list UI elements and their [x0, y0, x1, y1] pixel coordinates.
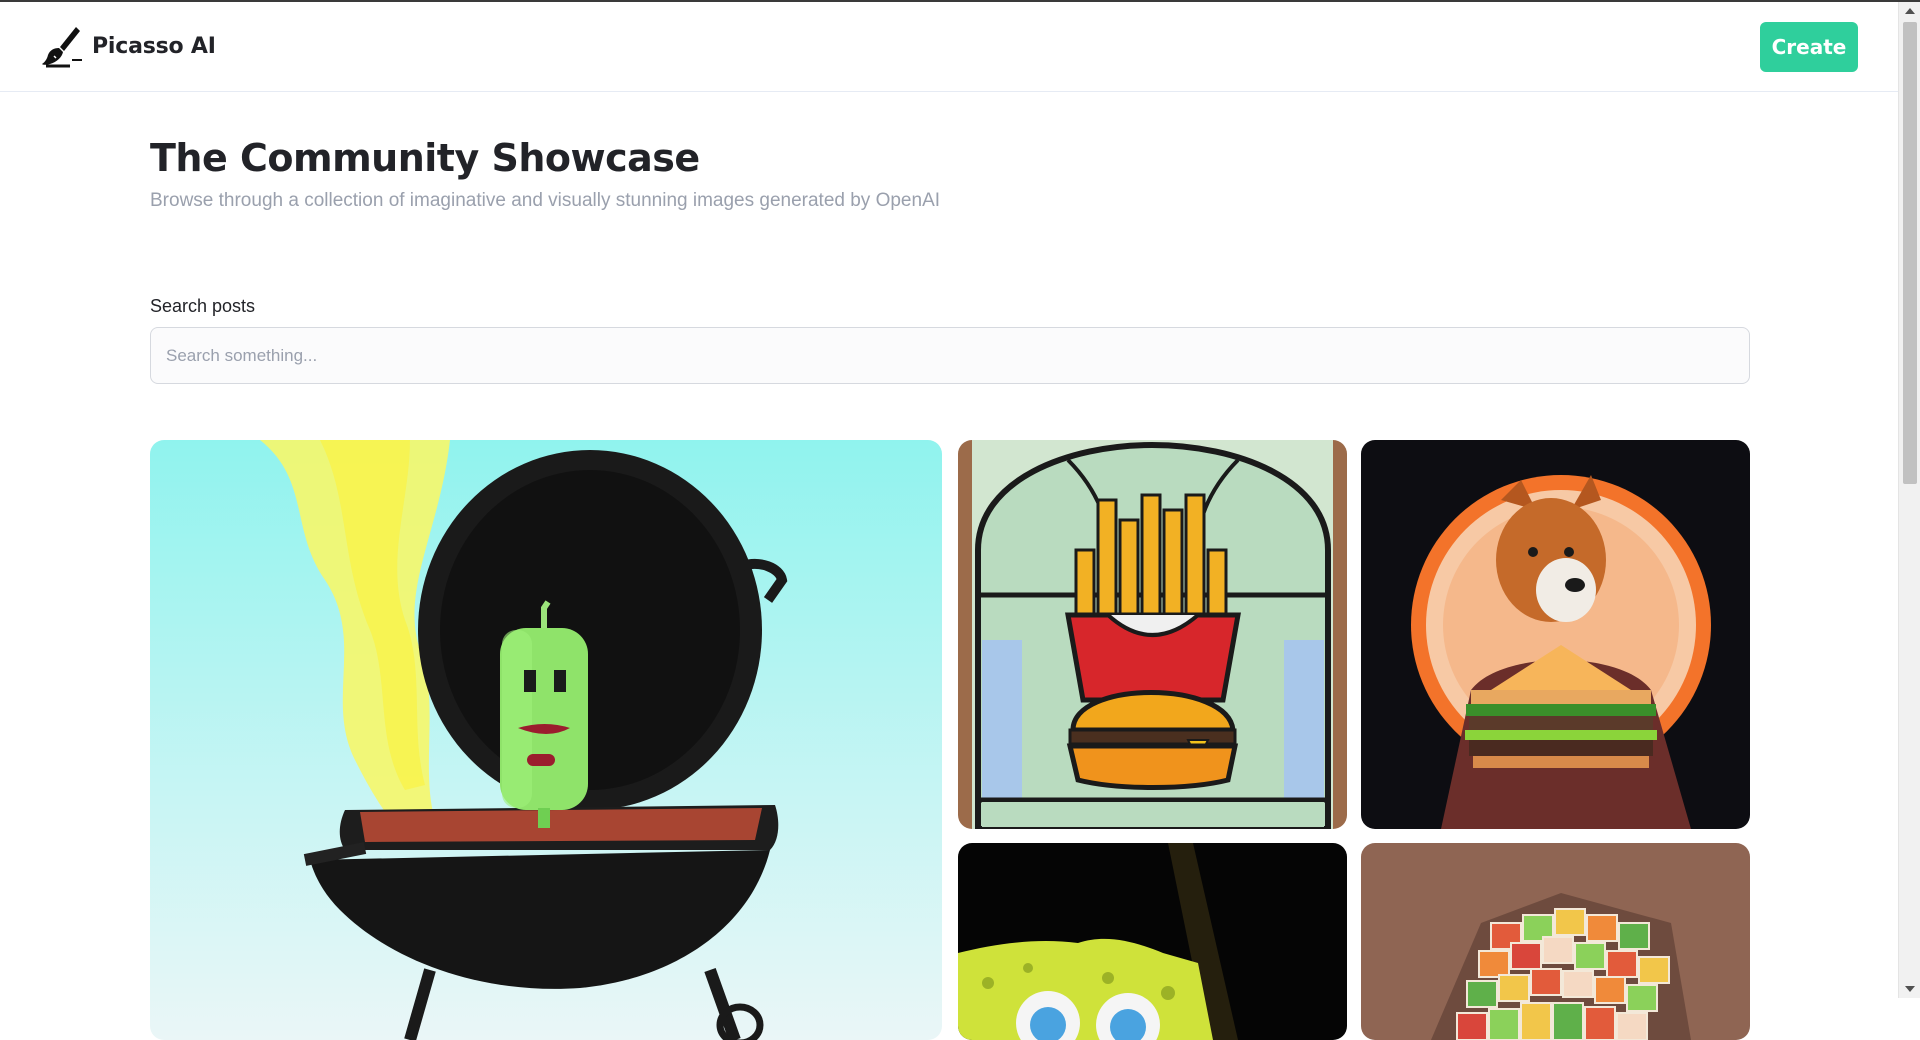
gallery-image — [1361, 440, 1750, 829]
page-subtitle: Browse through a collection of imaginati… — [150, 190, 941, 211]
gallery-image — [150, 440, 942, 1040]
scrollbar-thumb[interactable] — [1903, 22, 1917, 484]
brand-link[interactable]: Picasso AI — [40, 24, 216, 70]
gallery-card[interactable] — [1361, 843, 1750, 1040]
scroll-up-icon[interactable] — [1905, 8, 1915, 14]
paintbrush-icon — [42, 26, 82, 67]
gallery-card[interactable] — [150, 440, 942, 1040]
gallery-card[interactable] — [958, 843, 1347, 1040]
vertical-scrollbar[interactable] — [1898, 2, 1920, 998]
gallery-image — [958, 440, 1347, 829]
gallery-image — [958, 843, 1347, 1040]
search-input[interactable] — [150, 327, 1750, 384]
image-gallery — [150, 440, 1750, 1040]
page-title: The Community Showcase — [150, 136, 700, 180]
main-content: The Community Showcase Browse through a … — [150, 92, 1750, 1040]
create-button[interactable]: Create — [1760, 21, 1858, 72]
gallery-image — [1361, 843, 1750, 1040]
gallery-card[interactable] — [958, 440, 1347, 829]
scroll-down-icon[interactable] — [1905, 986, 1915, 992]
gallery-card[interactable] — [1361, 440, 1750, 829]
search-label: Search posts — [150, 296, 256, 316]
top-navbar: Picasso AI Create — [0, 2, 1898, 92]
brand-name: Picasso AI — [92, 34, 216, 59]
